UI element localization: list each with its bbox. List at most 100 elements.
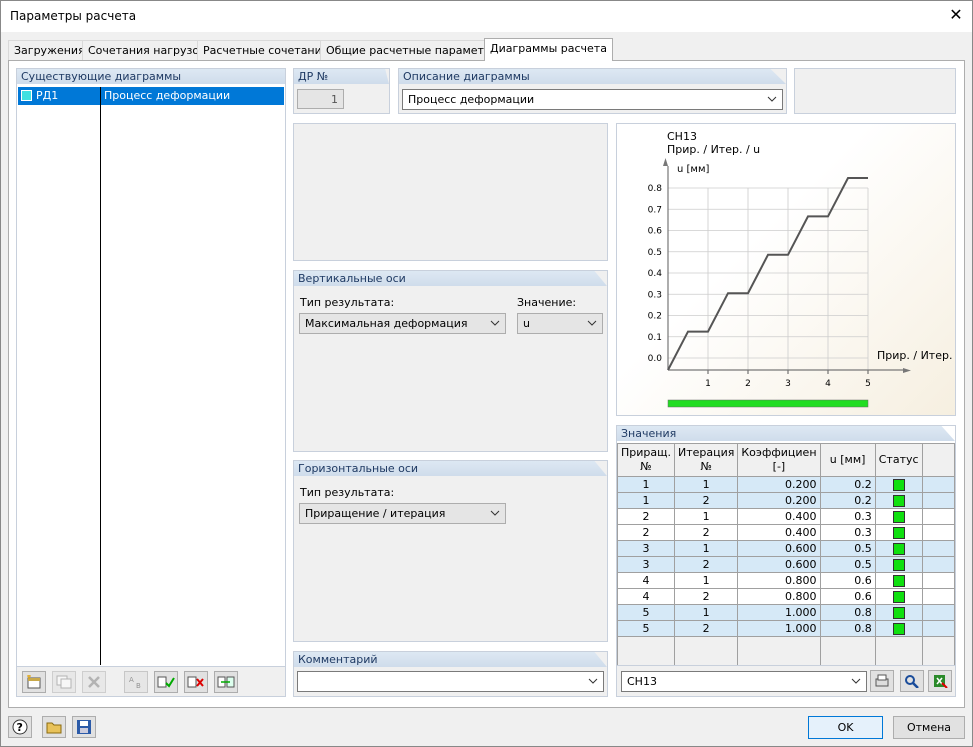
cell-coefficient: 0.200 [737,492,821,509]
horizontal-type-select[interactable]: Приращение / итерация [299,503,506,524]
dr-number-field[interactable]: 1 [297,89,344,109]
save-button[interactable] [72,716,96,738]
col-coefficient: Коэффициен [-] [737,443,821,477]
ok-button[interactable]: OK [808,716,883,739]
vertical-axes-panel: Вертикальные оси Тип результата: Максима… [293,270,608,452]
x-tick-label: 5 [865,379,871,389]
cell-increment: 3 [617,540,675,557]
chart-xlabel: Прир. / Итер. [877,349,952,362]
swap-icon [217,676,235,688]
chevron-down-icon [490,510,500,516]
cell-empty [921,556,956,573]
checkmark-icon [157,676,175,688]
cell-empty [673,636,739,668]
col-status: Статус [874,443,923,477]
col-increment: Приращ. № [617,443,675,477]
check-all-button[interactable] [154,671,178,693]
table-row[interactable]: 5 2 1.000 0.8 [617,620,956,637]
table-row[interactable]: 1 1 0.200 0.2 [617,476,956,493]
table-row[interactable]: 4 1 0.800 0.6 [617,572,956,589]
list-item[interactable]: РД1 Процесс деформации [18,87,284,105]
cell-increment: 1 [617,476,675,493]
cell-coefficient: 1.000 [737,604,821,621]
export-button[interactable] [928,670,952,692]
cell-increment: 1 [617,492,675,509]
rename-button[interactable]: AB [124,671,148,693]
close-icon[interactable]: ✕ [945,4,967,26]
table-row[interactable]: 3 2 0.600 0.5 [617,556,956,573]
cell-empty [874,636,923,668]
table-row[interactable]: 2 2 0.400 0.3 [617,524,956,541]
x-tick-label: 3 [785,379,791,389]
cell-coefficient: 0.400 [737,508,821,525]
svg-text:A: A [129,676,134,684]
chevron-down-icon [490,320,500,326]
horizontal-type-value: Приращение / итерация [305,507,446,520]
window-title: Параметры расчета [10,9,137,23]
y-tick-label: 0.1 [648,333,662,343]
delete-diagram-button[interactable] [82,671,106,693]
vertical-value-value: u [523,317,530,330]
cell-empty [819,636,876,668]
open-button[interactable] [42,716,66,738]
tab-calculation-diagrams[interactable]: Диаграммы расчета [484,38,613,61]
tab-general-parameters[interactable]: Общие расчетные параметры [320,40,506,60]
cancel-button[interactable]: Отмена [893,716,965,739]
cell-increment: 2 [617,508,675,525]
horizontal-axes-header: Горизонтальные оси [294,461,607,476]
vertical-type-select[interactable]: Максимальная деформация [299,313,506,334]
search-button[interactable] [900,670,924,692]
status-ok-icon [892,575,905,587]
table-row[interactable]: 1 2 0.200 0.2 [617,492,956,509]
chart-series-line [667,177,868,371]
values-combo[interactable]: CH13 [621,671,867,692]
blank-panel [293,123,608,261]
cell-iteration: 1 [673,572,739,589]
cell-u: 0.8 [819,620,876,637]
toggle-selection-button[interactable] [214,671,238,693]
cell-empty [921,572,956,589]
table-row[interactable]: 2 1 0.400 0.3 [617,508,956,525]
cell-iteration: 1 [673,508,739,525]
title-bar [0,0,973,32]
table-row[interactable]: 5 1 1.000 0.8 [617,604,956,621]
values-combo-value: CH13 [627,675,657,688]
svg-text:B: B [136,682,141,689]
search-icon [905,675,919,688]
status-ok-icon [892,543,905,555]
table-row[interactable]: 4 2 0.800 0.6 [617,588,956,605]
tab-result-combinations[interactable]: Расчетные сочетания [197,40,335,60]
cell-coefficient: 0.800 [737,572,821,589]
copy-diagram-button[interactable] [52,671,76,693]
cell-increment: 5 [617,620,675,637]
cell-iteration: 2 [673,620,739,637]
cell-status [874,620,923,637]
status-ok-icon [892,511,905,523]
table-row[interactable]: 3 1 0.600 0.5 [617,540,956,557]
tab-loadings[interactable]: Загружения [8,40,91,60]
status-ok-icon [892,479,905,491]
diagram-color-swatch [21,90,32,101]
comment-combo[interactable] [297,671,604,692]
cell-coefficient: 1.000 [737,620,821,637]
values-table: Приращ. № Итерация № Коэффициен [-] u [м… [617,443,956,668]
help-button[interactable]: ? [8,716,32,738]
y-axis-arrow [663,158,668,166]
print-icon [875,674,889,687]
print-button[interactable] [870,670,894,692]
uncheck-all-button[interactable] [184,671,208,693]
cell-empty [921,604,956,621]
description-combo[interactable]: Процесс деформации [402,89,783,110]
vertical-value-select[interactable]: u [517,313,603,334]
x-axis-arrow [903,368,911,373]
horizontal-type-label: Тип результата: [300,486,395,499]
tab-load-combinations[interactable]: Сочетания нагрузок [82,40,212,60]
y-tick-label: 0.3 [648,290,662,300]
cell-empty [921,540,956,557]
cell-empty [921,636,956,668]
new-diagram-button[interactable] [22,671,46,693]
cell-status [874,492,923,509]
cell-empty [921,524,956,541]
cell-empty [921,508,956,525]
cell-empty [737,636,821,668]
